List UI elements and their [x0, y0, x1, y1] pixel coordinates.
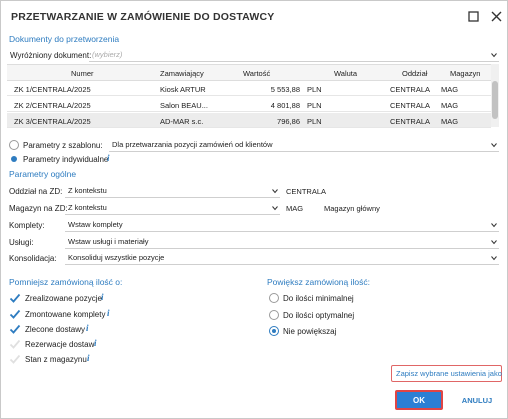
dialog-window: PRZETWARZANIE W ZAMÓWIENIE DO DOSTAWCY D…	[0, 0, 508, 419]
sets-select[interactable]: Wstaw komplety	[65, 219, 499, 232]
ok-button[interactable]: OK	[395, 390, 443, 410]
services-label: Usługi:	[9, 238, 34, 247]
individual-params-radio[interactable]	[11, 156, 17, 162]
col-header[interactable]: Wartość	[243, 69, 270, 78]
chevron-down-icon	[491, 240, 497, 245]
decrease-item-label: Zlecone dostawy	[25, 325, 86, 334]
cell-warehouse: MAG	[441, 85, 459, 94]
checkmark-icon[interactable]	[9, 292, 21, 304]
cell-branch: CENTRALA	[390, 85, 431, 94]
cell-value: 5 553,88	[270, 85, 300, 94]
cell-warehouse: MAG	[441, 117, 459, 126]
template-select[interactable]: Dla przetwarzania pozycji zamówień od kl…	[109, 139, 499, 152]
decrease-item-label: Zmontowane komplety	[25, 310, 106, 319]
checkbox-unchecked-icon[interactable]	[9, 338, 21, 350]
cell-currency: PLN	[307, 85, 322, 94]
services-select[interactable]: Wstaw usługi i materiały	[65, 236, 499, 249]
cell-branch: CENTRALA	[390, 101, 431, 110]
sets-label: Komplety:	[9, 221, 45, 230]
info-icon[interactable]: i	[94, 338, 97, 348]
col-header[interactable]: Magazyn	[450, 69, 480, 78]
cell-number: ZK 3/CENTRALA/2025	[14, 117, 91, 126]
increase-option-radio[interactable]	[269, 310, 279, 320]
decrease-item-label: Stan z magazynu	[25, 355, 87, 364]
info-icon[interactable]: i	[87, 353, 90, 363]
warehouse-code: MAG	[286, 204, 304, 213]
decrease-item-label: Zrealizowane pozycje	[25, 294, 102, 303]
chevron-down-icon	[272, 206, 278, 211]
checkbox-unchecked-icon[interactable]	[9, 353, 21, 365]
cell-branch: CENTRALA	[390, 117, 431, 126]
grid-scrollbar-thumb[interactable]	[492, 81, 498, 119]
chevron-down-icon	[491, 223, 497, 228]
save-settings-link[interactable]: Zapisz wybrane ustawienia jako	[391, 365, 502, 382]
cancel-button[interactable]: ANULUJ	[453, 390, 501, 410]
template-params-label: Parametry z szablonu:	[23, 141, 103, 150]
decrease-item-label: Rezerwacje dostaw	[25, 340, 95, 349]
increase-option-label: Nie powiększaj	[283, 327, 337, 336]
chevron-down-icon	[272, 189, 278, 194]
cell-value: 796,86	[277, 117, 300, 126]
individual-params-label: Parametry indywidualne	[23, 155, 109, 164]
cell-customer: Kiosk ARTUR	[160, 85, 206, 94]
featured-doc-select[interactable]: (wybierz)	[89, 49, 499, 62]
cell-customer: AD-MAR s.c.	[160, 117, 204, 126]
docs-section-title: Dokumenty do przetworzenia	[9, 34, 120, 44]
warehouse-name: Magazyn główny	[324, 204, 380, 213]
branch-name: CENTRALA	[286, 187, 327, 196]
info-icon[interactable]: i	[86, 323, 89, 333]
consolidation-label: Konsolidacja:	[9, 254, 57, 263]
cell-number: ZK 2/CENTRALA/2025	[14, 101, 91, 110]
branch-select[interactable]: Z kontekstu	[65, 185, 280, 198]
decrease-section-title: Pomniejsz zamówioną ilość o:	[9, 277, 123, 287]
info-icon[interactable]: i	[107, 308, 110, 318]
increase-option-radio[interactable]	[269, 326, 279, 336]
col-header[interactable]: Waluta	[334, 69, 357, 78]
cell-warehouse: MAG	[441, 101, 459, 110]
warehouse-label: Magazyn na ZD:	[9, 204, 68, 213]
increase-section-title: Powiększ zamówioną ilość:	[267, 277, 370, 287]
chevron-down-icon	[491, 256, 497, 261]
branch-label: Oddział na ZD:	[9, 187, 63, 196]
increase-option-radio[interactable]	[269, 293, 279, 303]
dialog-title: PRZETWARZANIE W ZAMÓWIENIE DO DOSTAWCY	[11, 11, 275, 23]
info-icon[interactable]: i	[101, 292, 104, 302]
col-header[interactable]: Oddział	[402, 69, 427, 78]
featured-doc-label: Wyróżniony dokument:	[10, 51, 92, 60]
chevron-down-icon	[491, 143, 497, 148]
cell-currency: PLN	[307, 117, 322, 126]
cell-currency: PLN	[307, 101, 322, 110]
general-section-title: Parametry ogólne	[9, 169, 77, 179]
chevron-down-icon	[491, 53, 497, 58]
cell-number: ZK 1/CENTRALA/2025	[14, 85, 91, 94]
increase-option-label: Do ilości minimalnej	[283, 294, 354, 303]
col-header[interactable]: Zamawiający	[160, 69, 204, 78]
consolidation-select[interactable]: Konsoliduj wszystkie pozycje	[65, 252, 499, 265]
col-header[interactable]: Numer	[71, 69, 94, 78]
info-icon[interactable]: i	[107, 153, 110, 163]
cell-customer: Salon BEAU...	[160, 101, 208, 110]
warehouse-select[interactable]: Z kontekstu	[65, 202, 280, 215]
checkmark-icon[interactable]	[9, 323, 21, 335]
close-icon[interactable]	[486, 6, 506, 26]
template-params-radio[interactable]	[9, 140, 19, 150]
checkmark-icon[interactable]	[9, 308, 21, 320]
increase-option-label: Do ilości optymalnej	[283, 311, 355, 320]
maximize-icon[interactable]	[463, 6, 483, 26]
cell-value: 4 801,88	[270, 101, 300, 110]
